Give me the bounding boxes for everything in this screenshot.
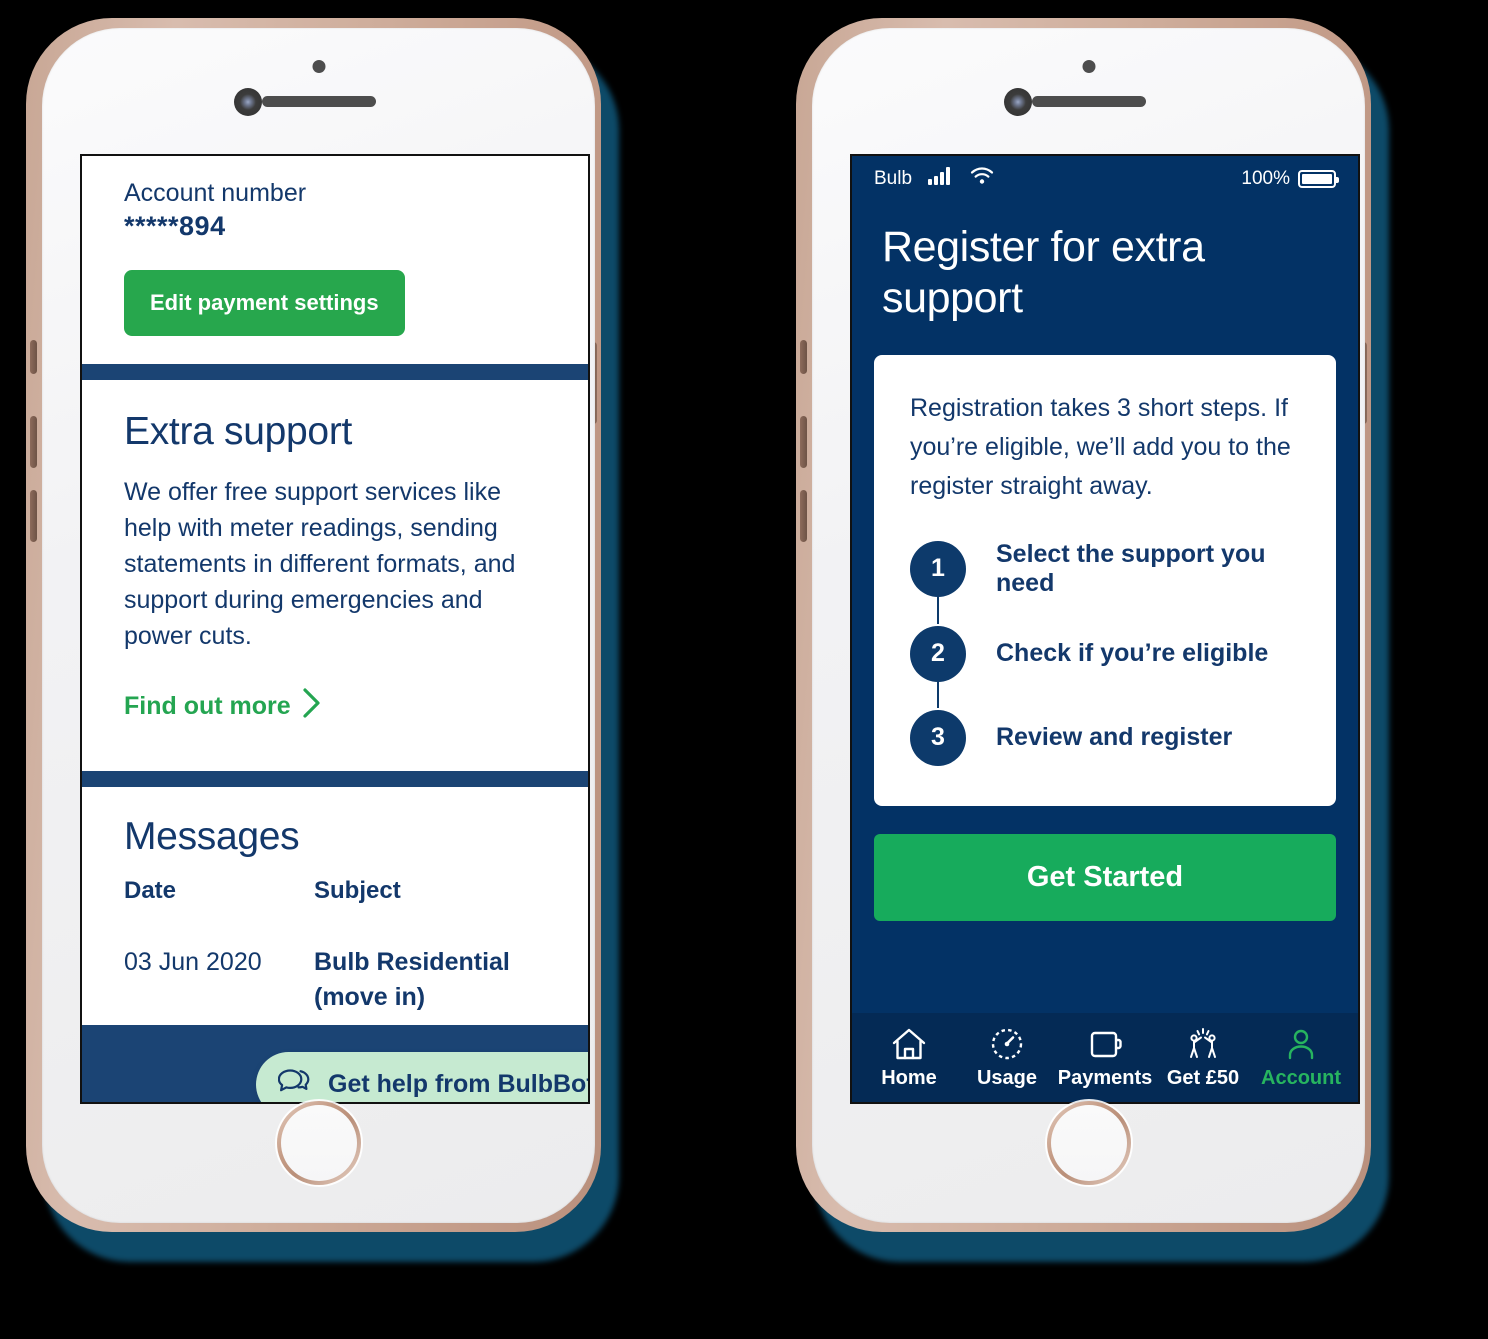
step-2: 2 Check if you’re eligible: [910, 625, 1300, 682]
step-connector-1: [937, 595, 939, 624]
messages-table-header: Date Subject: [124, 877, 546, 905]
phone-left: Account number *****894 Edit payment set…: [22, 18, 619, 1262]
tab-account-label: Account: [1261, 1067, 1341, 1089]
column-header-subject: Subject: [314, 877, 401, 905]
step-3-label: Review and register: [996, 723, 1233, 752]
bulbbot-help-chip[interactable]: Get help from BulbBot: [256, 1052, 590, 1102]
step-2-label: Check if you’re eligible: [996, 639, 1269, 668]
get-started-button[interactable]: Get Started: [874, 833, 1336, 921]
front-camera-icon: [234, 88, 262, 116]
tab-home-label: Home: [881, 1067, 937, 1089]
status-bar-left: Bulb: [874, 167, 994, 190]
card-divider: [82, 364, 588, 380]
page-title: Register for extra support: [882, 223, 1205, 322]
house-icon: [891, 1027, 927, 1061]
signal-bars-icon: [928, 167, 954, 190]
bulbbot-chip-label: Get help from BulbBot: [328, 1070, 590, 1098]
message-subject: Bulb Residential (move in): [314, 945, 510, 1015]
find-out-more-link[interactable]: Find out more: [124, 688, 321, 725]
earpiece-speaker-2: [1031, 96, 1146, 107]
step-1-label: Select the support you need: [996, 539, 1266, 597]
phone-metal-edge: Account number *****894 Edit payment set…: [26, 18, 601, 1232]
mute-switch[interactable]: [30, 340, 37, 374]
step-1: 1 Select the support you need: [910, 540, 1300, 598]
tab-account[interactable]: Account: [1252, 1027, 1350, 1090]
phone-metal-edge-2: Bulb 100% Register for extra support Reg…: [796, 18, 1371, 1232]
proximity-sensor-icon: [312, 60, 325, 73]
home-button[interactable]: [277, 1101, 361, 1185]
tab-usage[interactable]: Usage: [958, 1027, 1056, 1090]
extra-support-body: We offer free support services like help…: [124, 478, 516, 651]
tab-payments-label: Payments: [1057, 1067, 1153, 1089]
battery-icon: [1298, 169, 1339, 188]
phone-body: Account number *****894 Edit payment set…: [42, 28, 595, 1223]
edit-payment-settings-button[interactable]: Edit payment settings: [124, 270, 405, 337]
right-screen: Bulb 100% Register for extra support Reg…: [850, 154, 1360, 1104]
table-row[interactable]: 03 Jun 2020 Bulb Residential (move in): [124, 945, 546, 1015]
carrier-label: Bulb: [874, 167, 913, 189]
mute-switch-2[interactable]: [800, 340, 807, 374]
chevron-right-icon: [303, 688, 321, 725]
messages-title: Messages: [124, 815, 300, 859]
battery-percent-label: 100%: [1241, 167, 1290, 189]
column-header-date: Date: [124, 877, 177, 905]
message-date: 03 Jun 2020: [124, 948, 262, 977]
card-divider-2: [82, 771, 588, 787]
home-button-2[interactable]: [1047, 1101, 1131, 1185]
registration-card: Registration takes 3 short steps. If you…: [874, 355, 1336, 806]
left-screen: Account number *****894 Edit payment set…: [80, 154, 590, 1104]
messages-card: Messages Date Subject 03 Jun 2020 Bulb R…: [82, 787, 588, 1026]
wallet-icon: [1087, 1027, 1123, 1061]
volume-down-button[interactable]: [30, 490, 37, 542]
tab-usage-label: Usage: [976, 1067, 1038, 1089]
volume-up-button[interactable]: [30, 416, 37, 468]
extra-support-card: Extra support We offer free support serv…: [82, 380, 588, 772]
proximity-sensor-icon-2: [1082, 60, 1095, 73]
front-camera-icon-2: [1004, 88, 1032, 116]
extra-support-title: Extra support: [124, 410, 353, 454]
step-2-number: 2: [910, 625, 966, 682]
registration-steps: 1 Select the support you need 2 Check if…: [910, 540, 1300, 766]
earpiece-speaker: [261, 96, 376, 107]
tab-get-50[interactable]: Get £50: [1154, 1027, 1252, 1090]
tab-home[interactable]: Home: [860, 1027, 958, 1090]
account-number-value: *****894: [124, 211, 226, 242]
step-1-number: 1: [910, 540, 966, 597]
account-number-label: Account number: [124, 179, 307, 207]
message-subject-line1: Bulb Residential: [314, 948, 510, 977]
wifi-icon: [970, 167, 994, 190]
step-3: 3 Review and register: [910, 709, 1300, 766]
volume-down-button-2[interactable]: [800, 490, 807, 542]
tab-payments[interactable]: Payments: [1056, 1027, 1154, 1090]
screenshot-stage: Account number *****894 Edit payment set…: [0, 0, 1488, 1339]
high-five-icon: [1184, 1027, 1222, 1061]
bottom-tab-bar: Home Usage Payments Get £50 Account: [852, 1013, 1358, 1102]
chat-bubbles-icon: [277, 1067, 312, 1102]
speedometer-icon: [989, 1027, 1025, 1061]
step-3-number: 3: [910, 709, 966, 766]
person-icon: [1283, 1027, 1319, 1061]
phone-body-2: Bulb 100% Register for extra support Reg…: [812, 28, 1365, 1223]
volume-up-button-2[interactable]: [800, 416, 807, 468]
tab-get-50-label: Get £50: [1166, 1067, 1240, 1089]
message-subject-line2: (move in): [314, 983, 426, 1012]
account-card: Account number *****894 Edit payment set…: [82, 156, 588, 365]
status-bar: Bulb 100%: [852, 156, 1358, 196]
find-out-more-label: Find out more: [124, 692, 291, 721]
status-bar-right: 100%: [1241, 167, 1339, 190]
registration-intro: Registration takes 3 short steps. If you…: [910, 394, 1291, 500]
phone-right: Bulb 100% Register for extra support Reg…: [792, 18, 1389, 1262]
step-connector-2: [937, 679, 939, 708]
